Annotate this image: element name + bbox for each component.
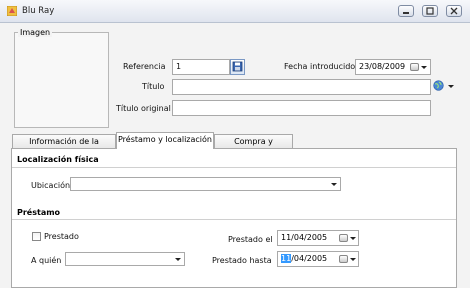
prestado-hasta-label: Prestado hasta (212, 256, 272, 265)
a-quien-label: A quién (31, 256, 62, 265)
titulo-label: Título (142, 82, 165, 91)
ubicacion-dropdown-arrow-icon[interactable] (331, 183, 337, 186)
referencia-label: Referencia (123, 62, 166, 71)
calendar-icon[interactable] (339, 255, 348, 263)
maximize-button[interactable] (422, 5, 438, 17)
app-icon (7, 6, 17, 16)
tab-prestamo[interactable]: Préstamo y localización (116, 132, 214, 149)
ubicacion-select[interactable] (70, 177, 341, 191)
section-divider (12, 167, 456, 168)
prestado-hasta-selected-text: 11 (281, 254, 292, 263)
close-icon (450, 7, 458, 15)
ubicacion-label: Ubicación (31, 181, 71, 190)
prestado-hasta-dropdown-arrow-icon[interactable] (350, 258, 356, 261)
image-group-legend: Imagen (18, 28, 53, 37)
prestado-el-dropdown-arrow-icon[interactable] (350, 237, 356, 240)
prestado-hasta-value: /04/2005 (291, 254, 328, 263)
a-quien-dropdown-arrow-icon[interactable] (175, 258, 181, 261)
fecha-introducido-label: Fecha introducido (284, 62, 356, 71)
prestado-el-value: 11/04/2005 (281, 233, 328, 242)
tab-compra[interactable]: Compra y producto (214, 134, 293, 159)
localizacion-title: Localización física (17, 155, 99, 164)
minimize-icon (403, 12, 409, 14)
maximize-icon (426, 7, 434, 15)
save-icon (232, 61, 243, 72)
section-divider (12, 219, 456, 220)
titulo-original-input[interactable] (172, 100, 431, 116)
prestado-label: Prestado (44, 232, 79, 241)
title-bar[interactable]: Blu Ray (0, 0, 470, 23)
titulo-original-label: Título original (116, 104, 171, 113)
fecha-introducido-input[interactable]: 23/08/2009 (355, 59, 431, 75)
calendar-icon[interactable] (339, 234, 348, 242)
prestado-el-label: Prestado el (228, 235, 273, 244)
fecha-introducido-value: 23/08/2009 (359, 62, 406, 71)
calendar-icon[interactable] (410, 63, 419, 71)
minimize-button[interactable] (398, 5, 414, 17)
referencia-input[interactable]: 1 (172, 59, 230, 75)
globe-dropdown-arrow-icon[interactable] (448, 85, 454, 88)
image-group[interactable] (14, 32, 109, 128)
tab-informacion[interactable]: Información de la película (12, 134, 116, 159)
save-button[interactable] (230, 59, 245, 75)
window-title: Blu Ray (22, 6, 55, 16)
globe-icon[interactable] (433, 80, 444, 91)
fecha-dropdown-arrow-icon[interactable] (421, 66, 427, 69)
tab-panel (11, 148, 457, 288)
close-button[interactable] (446, 5, 462, 17)
a-quien-select[interactable] (65, 252, 185, 266)
titulo-input[interactable] (172, 79, 431, 95)
prestamo-title: Préstamo (17, 208, 61, 217)
prestado-checkbox[interactable] (32, 232, 41, 241)
